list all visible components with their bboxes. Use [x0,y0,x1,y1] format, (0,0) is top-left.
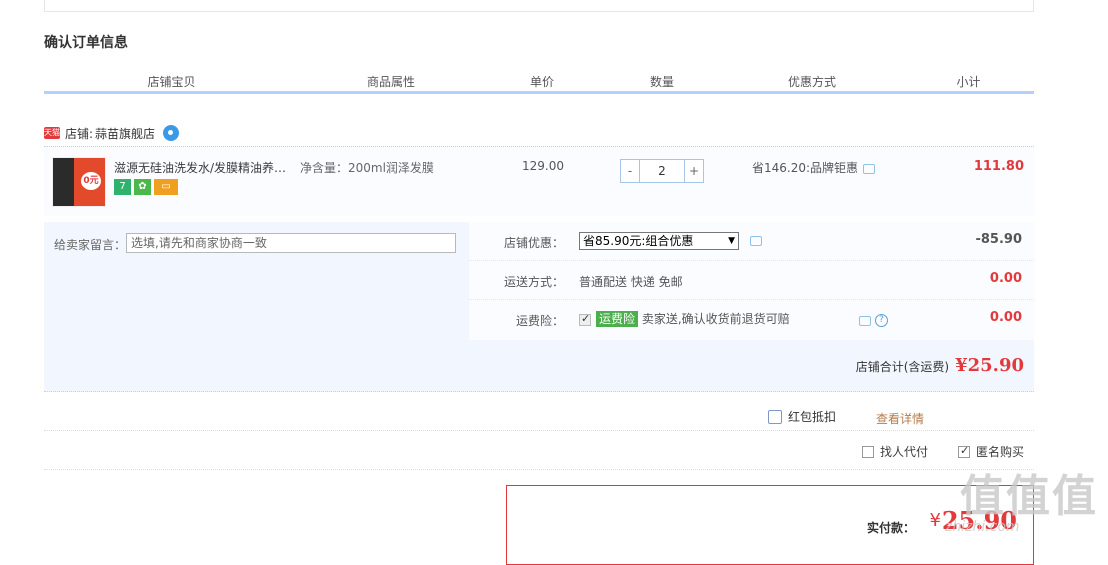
shop-total-label: 店铺合计(含运费) [855,360,950,374]
view-details-link[interactable]: 查看详情 [876,410,924,427]
item-subtotal: 111.80 [973,159,1024,174]
shop-row: 天猫 店铺: 蒜苗旗舰店 [44,123,180,143]
quantity-increase-button[interactable]: + [684,159,704,183]
seven-day-return-icon[interactable]: 7 [114,179,131,195]
insurance-label: 运费险： [515,314,564,328]
insurance-icons: ? [859,313,888,327]
help-icon[interactable]: ? [874,314,888,327]
insurance-tag: 运费险 [596,311,639,327]
redpack-label: 红包抵扣 [788,410,837,424]
shop-total-value: ¥25.90 [955,355,1024,376]
section-title: 确认订单信息 [44,35,128,51]
payment-currency: ¥ [929,510,941,531]
unit-price: 129.00 [522,159,564,173]
proxy-pay-option: 找人代付 [862,443,928,460]
chevron-down-icon: ▼ [728,236,735,246]
chat-seller-icon[interactable] [163,125,180,141]
insurance-row: 运费险： 运费险 卖家送,确认收货前退货可赔 ? 0.00 [469,300,1034,339]
seller-memo-input[interactable]: 选填,请先和商家协商一致 [126,233,456,253]
order-item-row: 0元 滋源无硅油洗发水/发膜精油养… 7 ✿ ▭ 净含量：200ml润泽发膜 1… [44,146,1034,216]
shop-discount-selected: 省85.90元:组合优惠 [583,234,694,248]
column-header-price: 单价 [483,73,601,94]
table-header: 店铺宝贝 商品属性 单价 数量 优惠方式 小计 [44,70,1034,94]
insurance-comment-icon[interactable] [859,315,871,326]
previous-panel-box [44,0,1034,12]
product-image[interactable]: 0元 [52,157,106,207]
insurance-value-group: 运费险 卖家送,确认收货前退货可赔 [579,310,790,327]
watermark-url: zhizhi.com [945,519,1020,535]
product-title-link[interactable]: 滋源无硅油洗发水/发膜精油养… [114,159,294,176]
promotion-text: 省146.20:品牌钜惠 [752,161,859,175]
divider [44,469,1034,470]
product-image-badge: 0元 [81,172,101,190]
redpack-option: 红包抵扣 [768,408,836,425]
shop-total: 店铺合计(含运费) ¥25.90 [856,355,1024,376]
memo-label: 给卖家留言： [54,238,127,252]
order-settings-pane: 店铺优惠： 省85.90元:组合优惠 ▼ -85.90 运送方式： 普通配送 快… [469,222,1034,340]
shipping-label: 运送方式： [503,275,564,289]
proxy-pay-checkbox[interactable] [862,445,874,458]
shipping-value: 普通配送 快递 免邮 [579,275,683,289]
anonymous-option: 匿名购买 [958,443,1024,460]
tmall-logo-icon: 天猫 [44,127,60,139]
promotion-comment-icon[interactable] [863,163,876,174]
column-header-quantity: 数量 [603,73,721,94]
insurance-checkbox[interactable] [579,312,591,326]
shop-discount-amount: -85.90 [975,232,1022,247]
column-header-item: 店铺宝贝 [44,73,299,94]
quantity-decrease-button[interactable]: - [620,159,640,183]
redpack-checkbox[interactable] [768,409,782,424]
memo-pane: 给卖家留言： 选填,请先和商家协商一致 [44,222,469,340]
shipping-amount: 0.00 [989,271,1022,286]
shop-label: 店铺: [65,126,94,141]
quality-icon[interactable]: ✿ [134,179,151,195]
column-header-promotion: 优惠方式 [723,73,901,94]
column-header-subtotal: 小计 [903,73,1034,94]
payment-label: 实付款： [866,521,915,535]
shop-discount-label: 店铺优惠： [503,236,564,250]
promotion-info: 省146.20:品牌钜惠 [752,159,876,176]
shop-discount-row: 店铺优惠： 省85.90元:组合优惠 ▼ -85.90 [469,222,1034,261]
proxy-pay-label: 找人代付 [880,445,929,459]
insurance-amount: 0.00 [989,310,1022,325]
insurance-description: 卖家送,确认收货前退货可赔 [641,312,790,326]
product-attribute: 净含量：200ml润泽发膜 [300,161,434,175]
quantity-stepper: - + [620,159,704,183]
service-badges: 7 ✿ ▭ [114,179,178,195]
divider [44,430,1034,431]
shop-name-link[interactable]: 蒜苗旗舰店 [95,125,155,142]
shop-discount-select[interactable]: 省85.90元:组合优惠 ▼ [579,232,739,250]
shipping-row: 运送方式： 普通配送 快递 免邮 0.00 [469,261,1034,300]
anonymous-checkbox[interactable] [958,444,970,458]
quantity-input[interactable] [640,159,684,183]
discount-comment-icon[interactable] [750,236,762,246]
anonymous-label: 匿名购买 [976,445,1025,459]
order-options-panel: 给卖家留言： 选填,请先和商家协商一致 店铺优惠： 省85.90元:组合优惠 ▼… [44,222,1034,392]
credit-card-icon[interactable]: ▭ [154,179,178,195]
column-header-attribute: 商品属性 [301,73,481,94]
watermark-logo: 值值值 [960,471,1098,522]
